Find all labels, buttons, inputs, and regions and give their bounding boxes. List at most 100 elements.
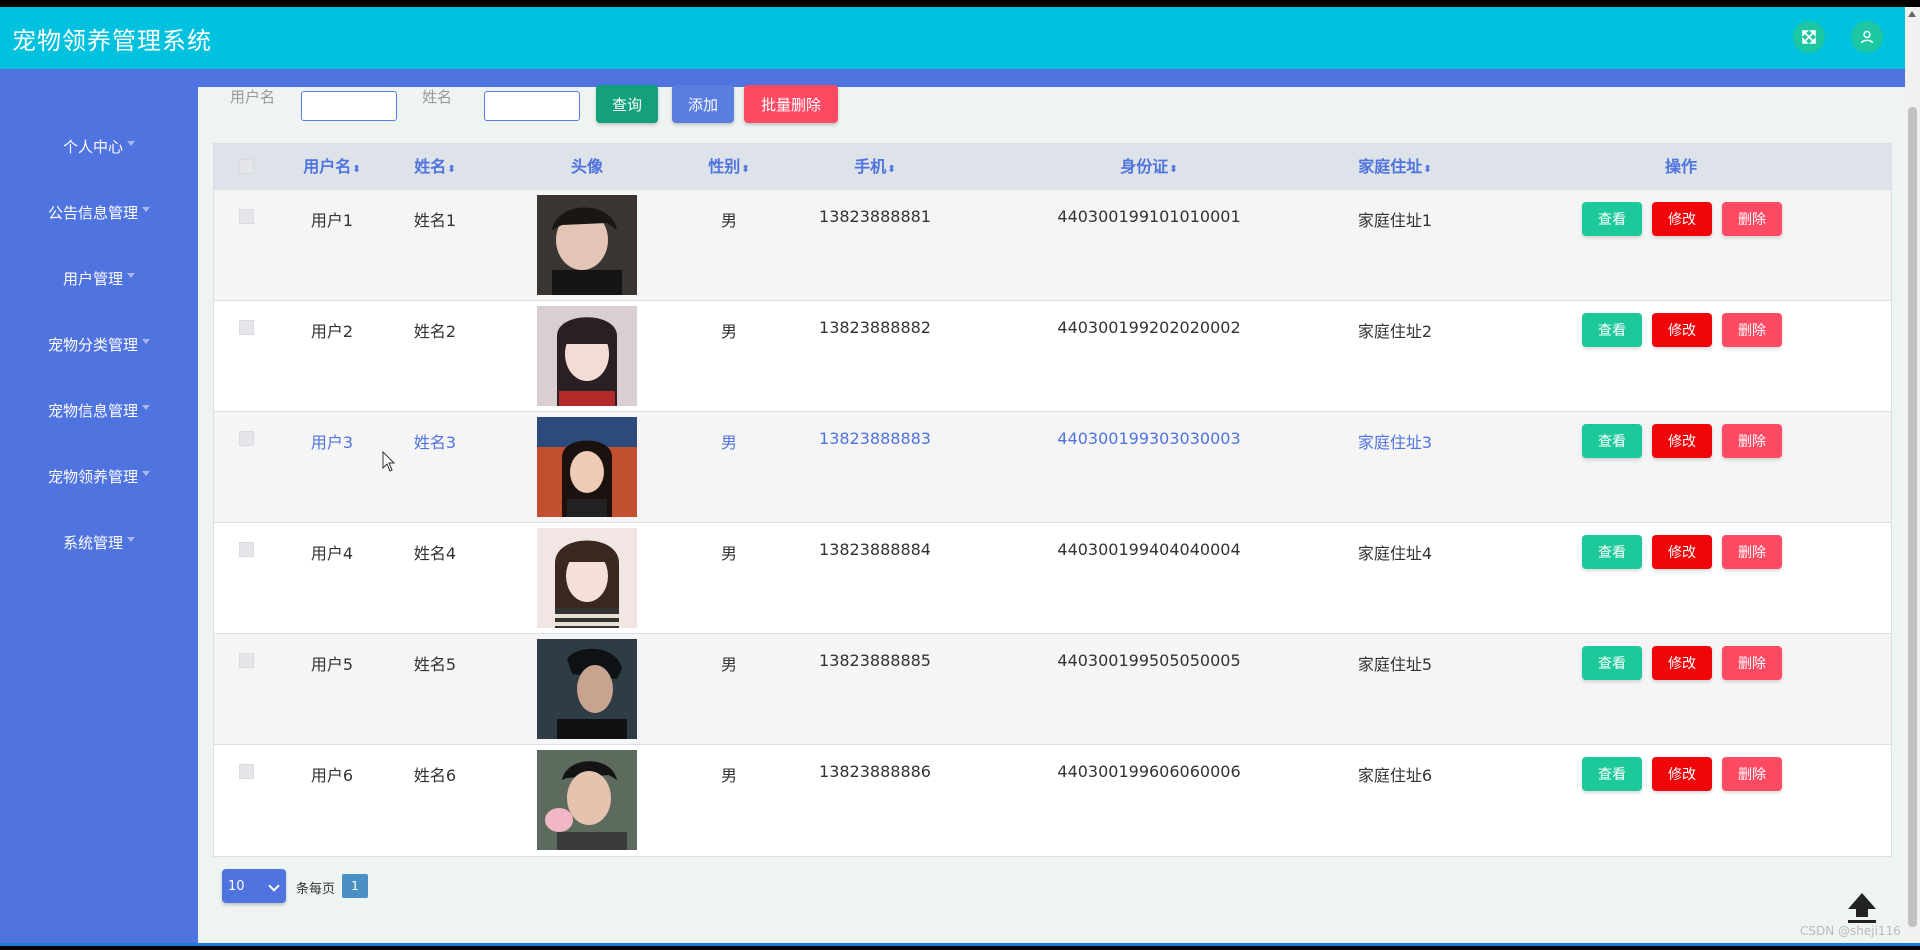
sidebar-item-pet-categories[interactable]: 宠物分类管理 — [0, 324, 198, 364]
scroll-up-arrow-icon[interactable] — [1908, 11, 1916, 17]
row-checkbox[interactable] — [239, 653, 254, 668]
col-phone[interactable]: 手机⬍ — [854, 144, 895, 189]
sidebar-item-pet-adoption[interactable]: 宠物领养管理 — [0, 456, 198, 496]
cell-phone: 13823888881 — [819, 207, 931, 226]
cell-id-card: 440300199505050005 — [1057, 651, 1241, 670]
vertical-scrollbar[interactable] — [1905, 7, 1920, 943]
back-to-top-icon[interactable] — [1844, 889, 1880, 925]
edit-button[interactable]: 修改 — [1652, 202, 1712, 236]
edit-button[interactable]: 修改 — [1652, 313, 1712, 347]
avatar — [537, 750, 637, 850]
cell-username: 用户4 — [310, 544, 354, 563]
view-button[interactable]: 查看 — [1582, 757, 1642, 791]
edit-button[interactable]: 修改 — [1652, 646, 1712, 680]
table-row: 用户3 姓名3 男 13823888883 440300199303030003… — [214, 411, 1891, 523]
sort-icon: ⬍ — [352, 164, 361, 175]
delete-button[interactable]: 删除 — [1722, 535, 1782, 569]
edit-button[interactable]: 修改 — [1652, 757, 1712, 791]
col-address[interactable]: 家庭住址⬍ — [1358, 144, 1431, 189]
row-checkbox[interactable] — [239, 209, 254, 224]
delete-button[interactable]: 删除 — [1722, 424, 1782, 458]
view-button[interactable]: 查看 — [1582, 313, 1642, 347]
avatar — [537, 417, 637, 517]
cell-phone: 13823888883 — [819, 429, 931, 448]
view-button[interactable]: 查看 — [1582, 646, 1642, 680]
select-all-checkbox[interactable] — [239, 159, 254, 174]
avatar — [537, 195, 637, 295]
add-button[interactable]: 添加 — [672, 85, 734, 123]
batch-delete-button[interactable]: 批量删除 — [744, 85, 838, 123]
sidebar-item-pet-info[interactable]: 宠物信息管理 — [0, 390, 198, 430]
avatar — [537, 528, 637, 628]
name-search-input[interactable] — [484, 91, 580, 121]
query-button[interactable]: 查询 — [596, 85, 658, 123]
cell-username: 用户2 — [310, 322, 354, 341]
caret-down-icon — [142, 470, 150, 476]
delete-button[interactable]: 删除 — [1722, 202, 1782, 236]
col-username[interactable]: 用户名⬍ — [303, 144, 360, 189]
avatar — [537, 306, 637, 406]
top-header: 宠物领养管理系统 — [0, 7, 1905, 69]
view-button[interactable]: 查看 — [1582, 202, 1642, 236]
caret-down-icon — [142, 404, 150, 410]
scroll-thumb[interactable] — [1908, 107, 1917, 927]
cell-name: 姓名6 — [413, 766, 457, 785]
sidebar-item-label: 公告信息管理 — [47, 203, 138, 222]
user-icon[interactable] — [1851, 21, 1883, 53]
col-gender[interactable]: 性别⬍ — [708, 144, 749, 189]
taskbar-line — [0, 943, 1920, 946]
sidebar-item-announcements[interactable]: 公告信息管理 — [0, 192, 198, 232]
sidebar-item-users[interactable]: 用户管理 — [0, 258, 198, 298]
edit-button[interactable]: 修改 — [1652, 424, 1712, 458]
per-page-label: 条每页 — [296, 882, 336, 897]
view-button[interactable]: 查看 — [1582, 424, 1642, 458]
username-search-input[interactable] — [301, 91, 397, 121]
row-checkbox[interactable] — [239, 431, 254, 446]
search-bar: 用户名 姓名 查询 添加 批量删除 — [198, 85, 1898, 125]
cell-name: 姓名4 — [413, 544, 457, 563]
row-checkbox[interactable] — [239, 542, 254, 557]
delete-button[interactable]: 删除 — [1722, 757, 1782, 791]
page-number-button[interactable]: 1 — [342, 874, 368, 898]
cell-address: 家庭住址6 — [1357, 766, 1433, 785]
delete-button[interactable]: 删除 — [1722, 313, 1782, 347]
cell-gender: 男 — [720, 211, 738, 230]
col-id-card[interactable]: 身份证⬍ — [1120, 144, 1177, 189]
sidebar-item-label: 系统管理 — [62, 533, 123, 552]
row-checkbox[interactable] — [239, 764, 254, 779]
fullscreen-icon[interactable] — [1793, 21, 1825, 53]
cell-name: 姓名3 — [413, 433, 457, 452]
table-header: 用户名⬍ 姓名⬍ 头像 性别⬍ 手机⬍ 身份证⬍ 家庭住址⬍ 操作 — [214, 144, 1891, 189]
table-row: 用户4 姓名4 男 13823888884 440300199404040004… — [214, 522, 1891, 634]
cell-id-card: 440300199404040004 — [1057, 540, 1241, 559]
cell-phone: 13823888885 — [819, 651, 931, 670]
sidebar-item-personal-center[interactable]: 个人中心 — [0, 126, 198, 166]
delete-button[interactable]: 删除 — [1722, 646, 1782, 680]
cell-address: 家庭住址3 — [1357, 433, 1433, 452]
sort-icon: ⬍ — [1169, 164, 1178, 175]
cell-name: 姓名1 — [413, 211, 457, 230]
sidebar-item-label: 宠物分类管理 — [47, 335, 138, 354]
cell-name: 姓名2 — [413, 322, 457, 341]
sidebar-item-system[interactable]: 系统管理 — [0, 522, 198, 562]
user-table: 用户名⬍ 姓名⬍ 头像 性别⬍ 手机⬍ 身份证⬍ 家庭住址⬍ 操作 用户1 姓名… — [213, 143, 1892, 857]
col-name[interactable]: 姓名⬍ — [414, 144, 455, 189]
edit-button[interactable]: 修改 — [1652, 535, 1712, 569]
avatar — [537, 639, 637, 739]
watermark: CSDN @sheji116 — [1800, 924, 1901, 938]
sidebar-item-label: 个人中心 — [62, 137, 123, 156]
col-avatar: 头像 — [570, 157, 604, 176]
table-row: 用户1 姓名1 男 13823888881 440300199101010001… — [214, 189, 1891, 301]
cell-username: 用户6 — [310, 766, 354, 785]
name-label: 姓名 — [422, 88, 453, 106]
view-button[interactable]: 查看 — [1582, 535, 1642, 569]
cell-address: 家庭住址2 — [1357, 322, 1433, 341]
row-checkbox[interactable] — [239, 320, 254, 335]
page-size-select[interactable]: 10 — [222, 869, 286, 903]
cell-address: 家庭住址4 — [1357, 544, 1433, 563]
sort-icon: ⬍ — [741, 164, 750, 175]
cell-gender: 男 — [720, 322, 738, 341]
sidebar: 个人中心 公告信息管理 用户管理 宠物分类管理 宠物信息管理 宠物领养管理 系统… — [0, 69, 198, 943]
cell-username: 用户3 — [310, 433, 354, 452]
cell-username: 用户5 — [310, 655, 354, 674]
